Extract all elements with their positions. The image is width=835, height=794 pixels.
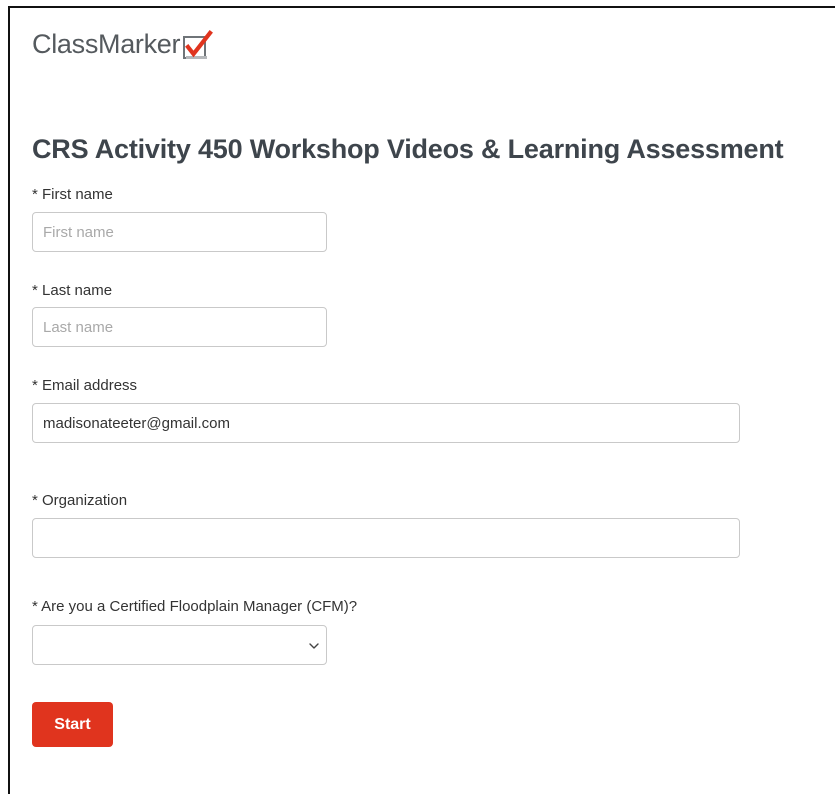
email-input[interactable] [32,403,740,443]
email-label: * Email address [32,377,138,394]
organization-label: * Organization [32,492,128,509]
cfm-select[interactable] [32,625,327,665]
page-title: CRS Activity 450 Workshop Videos & Learn… [32,134,784,164]
checkbox-check-icon [183,30,214,59]
first-name-input[interactable] [32,212,327,252]
page-frame: ClassMarker CRS Activity 450 Workshop Vi… [8,6,835,794]
last-name-label: * Last name [32,282,113,299]
start-button[interactable]: Start [32,702,113,747]
organization-input[interactable] [32,518,740,558]
classmarker-logo: ClassMarker [32,28,214,60]
logo-text: ClassMarker [32,28,181,59]
last-name-input[interactable] [32,307,327,347]
chevron-down-icon [309,643,319,649]
cfm-label: * Are you a Certified Floodplain Manager… [32,598,358,615]
first-name-label: * First name [32,186,113,203]
